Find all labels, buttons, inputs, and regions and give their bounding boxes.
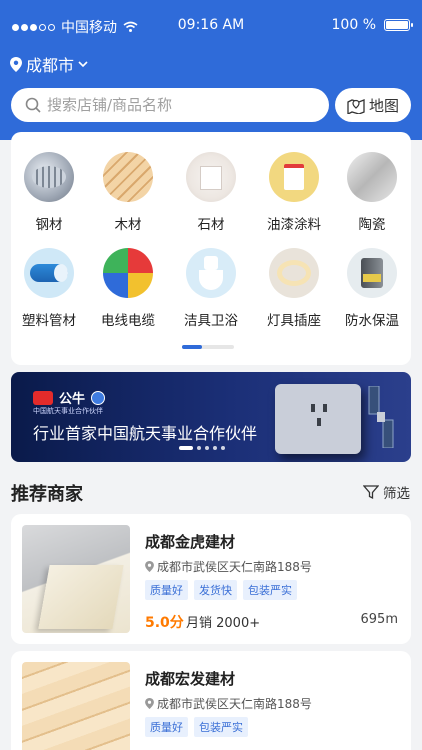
shop-tag: 发货快: [194, 580, 237, 600]
battery-percent: 100 %: [331, 17, 376, 33]
category-ceramic[interactable]: 陶瓷: [334, 152, 410, 233]
wood-icon: [103, 152, 153, 202]
search-input[interactable]: [47, 96, 307, 114]
category-paint[interactable]: 油漆涂料: [256, 152, 332, 233]
shop-tags: 质量好 发货快 包装严实: [145, 580, 297, 600]
category-pager: [182, 345, 234, 349]
shop-tag: 质量好: [145, 580, 188, 600]
location-pin-icon: [10, 56, 22, 72]
shop-address-text: 成都市武侯区天仁南路188号: [157, 697, 312, 711]
city-label: 成都市: [26, 56, 75, 75]
category-label: 防水保温: [345, 313, 399, 329]
banner-pager: [179, 446, 225, 450]
city-selector[interactable]: 成都市: [10, 52, 88, 76]
shop-tags: 质量好 包装严实: [145, 717, 248, 737]
banner-subtitle: 中国航天事业合作伙伴: [33, 407, 103, 415]
shop-tag: 包装严实: [194, 717, 248, 737]
category-label: 电线电缆: [101, 313, 155, 329]
category-stone[interactable]: 石材: [173, 152, 249, 233]
location-pin-icon: [145, 561, 154, 572]
category-label: 灯具插座: [267, 313, 321, 329]
shop-tag: 包装严实: [243, 580, 297, 600]
filter-label: 筛选: [383, 486, 410, 502]
category-label: 塑料管材: [22, 313, 76, 329]
category-pipe[interactable]: 塑料管材: [11, 248, 87, 329]
shop-card[interactable]: 成都宏发建材 成都市武侯区天仁南路188号 质量好 包装严实: [11, 651, 411, 750]
brand-logo-icon: [33, 390, 53, 405]
filter-icon: [363, 485, 379, 500]
filter-button[interactable]: 筛选: [363, 482, 410, 502]
category-label: 洁具卫浴: [184, 313, 238, 329]
location-pin-icon: [145, 698, 154, 709]
banner-brand: 公牛: [33, 388, 106, 407]
category-wood[interactable]: 木材: [90, 152, 166, 233]
section-title: 推荐商家: [11, 484, 83, 505]
category-label: 油漆涂料: [267, 217, 321, 233]
shop-tag: 质量好: [145, 717, 188, 737]
shop-distance: 695m: [360, 612, 398, 627]
paint-icon: [269, 152, 319, 202]
map-button[interactable]: 地图: [335, 88, 411, 122]
map-label: 地图: [368, 96, 399, 115]
satellite-icon: [368, 386, 394, 448]
category-label: 石材: [197, 217, 225, 233]
lamp-icon: [269, 248, 319, 298]
steel-icon: [24, 152, 74, 202]
chevron-down-icon: [78, 60, 88, 67]
category-waterproof[interactable]: 防水保温: [334, 248, 410, 329]
pipe-icon: [24, 248, 74, 298]
shop-address-text: 成都市武侯区天仁南路188号: [157, 560, 312, 574]
category-grid: 钢材 木材 石材 油漆涂料 陶瓷 塑料管材 电线电缆 洁具卫浴 灯具插座 防水保…: [11, 132, 411, 365]
banner-headline: 行业首家中国航天事业合作伙伴: [33, 424, 258, 443]
shop-card[interactable]: 成都金虎建材 成都市武侯区天仁南路188号 质量好 发货快 包装严实 5.0分 …: [11, 514, 411, 644]
category-lamp[interactable]: 灯具插座: [256, 248, 332, 329]
ceramic-icon: [347, 152, 397, 202]
category-cable[interactable]: 电线电缆: [90, 248, 166, 329]
category-label: 木材: [114, 217, 142, 233]
shop-name: 成都宏发建材: [145, 670, 236, 688]
header: 中国移动 09:16 AM 100 % 成都市 地图: [0, 0, 422, 140]
waterproof-icon: [347, 248, 397, 298]
shop-score: 5.0分: [145, 615, 184, 631]
search-box[interactable]: [11, 88, 329, 122]
shop-sales: 月销 2000+: [186, 616, 261, 631]
stone-icon: [186, 152, 236, 202]
category-label: 钢材: [35, 217, 63, 233]
shop-thumbnail: [22, 662, 130, 750]
shop-address: 成都市武侯区天仁南路188号: [145, 695, 312, 712]
shop-address: 成都市武侯区天仁南路188号: [145, 558, 312, 575]
seal-icon: [91, 390, 106, 405]
battery-icon: [384, 19, 413, 31]
banner-brand-label: 公牛: [59, 392, 86, 407]
promo-banner[interactable]: 公牛 中国航天事业合作伙伴 行业首家中国航天事业合作伙伴: [11, 372, 411, 462]
status-bar: 中国移动 09:16 AM 100 %: [0, 0, 422, 50]
socket-icon: [311, 404, 327, 426]
category-toilet[interactable]: 洁具卫浴: [173, 248, 249, 329]
category-steel[interactable]: 钢材: [11, 152, 87, 233]
cable-icon: [103, 248, 153, 298]
shop-name: 成都金虎建材: [145, 533, 236, 551]
toilet-icon: [186, 248, 236, 298]
search-icon: [25, 97, 41, 113]
map-icon: [347, 98, 365, 114]
shop-thumbnail: [22, 525, 130, 633]
category-label: 陶瓷: [358, 217, 386, 233]
